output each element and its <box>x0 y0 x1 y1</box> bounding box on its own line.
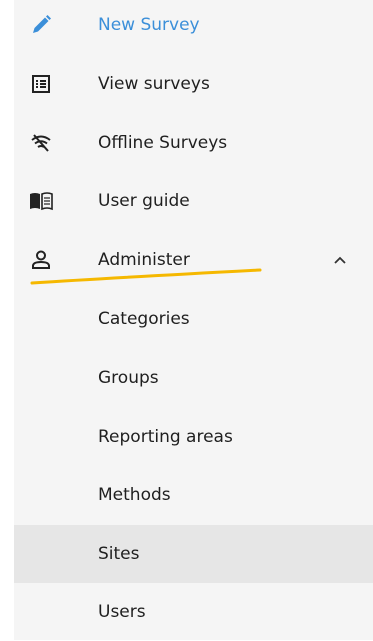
submenu-item-users[interactable]: Users <box>14 583 373 641</box>
person-icon <box>28 247 54 273</box>
submenu-item-label: Sites <box>98 544 140 564</box>
menu-item-new-survey[interactable]: New Survey <box>14 0 373 54</box>
submenu-item-methods[interactable]: Methods <box>14 466 373 524</box>
pencil-icon <box>28 12 54 38</box>
submenu-item-label: Groups <box>98 368 159 388</box>
submenu-item-label: Methods <box>98 485 171 505</box>
book-icon <box>28 188 54 214</box>
menu-item-label: Offline Surveys <box>98 133 228 153</box>
menu-item-label: View surveys <box>98 74 210 94</box>
chevron-up-icon[interactable] <box>332 252 348 268</box>
submenu-item-label: Reporting areas <box>98 427 233 447</box>
navigation-drawer: New Survey View surveys Offline Surveys … <box>14 0 373 640</box>
wifi-off-icon <box>28 130 54 156</box>
menu-item-label: New Survey <box>98 15 200 35</box>
submenu-item-label: Categories <box>98 309 190 329</box>
submenu-item-reporting-areas[interactable]: Reporting areas <box>14 408 373 466</box>
submenu-item-groups[interactable]: Groups <box>14 349 373 407</box>
list-icon <box>28 71 54 97</box>
menu-item-view-surveys[interactable]: View surveys <box>14 55 373 113</box>
menu-item-label: Administer <box>98 250 190 270</box>
menu-item-offline-surveys[interactable]: Offline Surveys <box>14 114 373 172</box>
submenu-item-sites[interactable]: Sites <box>14 525 373 583</box>
menu-item-administer[interactable]: Administer <box>14 231 373 289</box>
submenu-item-label: Users <box>98 602 146 622</box>
menu-item-user-guide[interactable]: User guide <box>14 172 373 230</box>
submenu-item-categories[interactable]: Categories <box>14 290 373 348</box>
menu-item-label: User guide <box>98 191 190 211</box>
